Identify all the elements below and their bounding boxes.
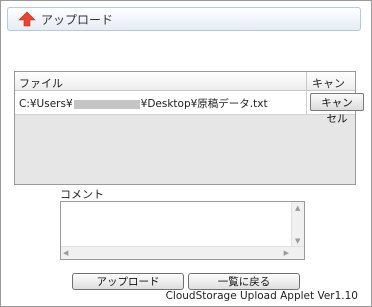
- file-path-suffix: ¥Desktop¥原稿データ.txt: [140, 98, 268, 110]
- file-path-prefix: C:¥Users¥: [19, 98, 73, 110]
- scroll-up-arrow-icon[interactable]: ▲: [295, 204, 300, 212]
- column-header-file: ファイル: [19, 77, 63, 90]
- scroll-right-arrow-icon[interactable]: ▶: [284, 249, 289, 257]
- scroll-left-arrow-icon[interactable]: ◀: [63, 249, 68, 257]
- file-path: C:¥Users¥ ¥Desktop¥原稿データ.txt: [19, 96, 268, 111]
- back-to-list-button[interactable]: 一覧に戻る: [188, 273, 300, 290]
- table-header: ファイル キャンセル: [15, 72, 355, 106]
- table-row[interactable]: C:¥Users¥ ¥Desktop¥原稿データ.txt キャンセル: [15, 91, 364, 125]
- column-divider: [306, 91, 307, 114]
- horizontal-scrollbar[interactable]: ◀ ▶: [61, 246, 304, 259]
- vertical-scrollbar[interactable]: ▲ ▼: [291, 202, 304, 247]
- upload-button[interactable]: アップロード: [72, 273, 184, 290]
- redacted-username: [73, 99, 140, 109]
- file-table: ファイル キャンセル C:¥Users¥ ¥Desktop¥原稿データ.txt キ…: [14, 71, 364, 185]
- comment-textarea[interactable]: ▲ ▼ ◀ ▶: [60, 201, 305, 260]
- column-divider: [306, 72, 307, 90]
- comment-label: コメント: [60, 188, 104, 201]
- upload-arrow-icon: [18, 11, 36, 27]
- scroll-down-arrow-icon[interactable]: ▼: [295, 237, 300, 245]
- title-bar: アップロード: [7, 7, 361, 31]
- cancel-file-button[interactable]: キャンセル: [310, 93, 364, 125]
- version-label: CloudStorage Upload Applet Ver1.10: [165, 290, 358, 302]
- page-title: アップロード: [41, 13, 114, 27]
